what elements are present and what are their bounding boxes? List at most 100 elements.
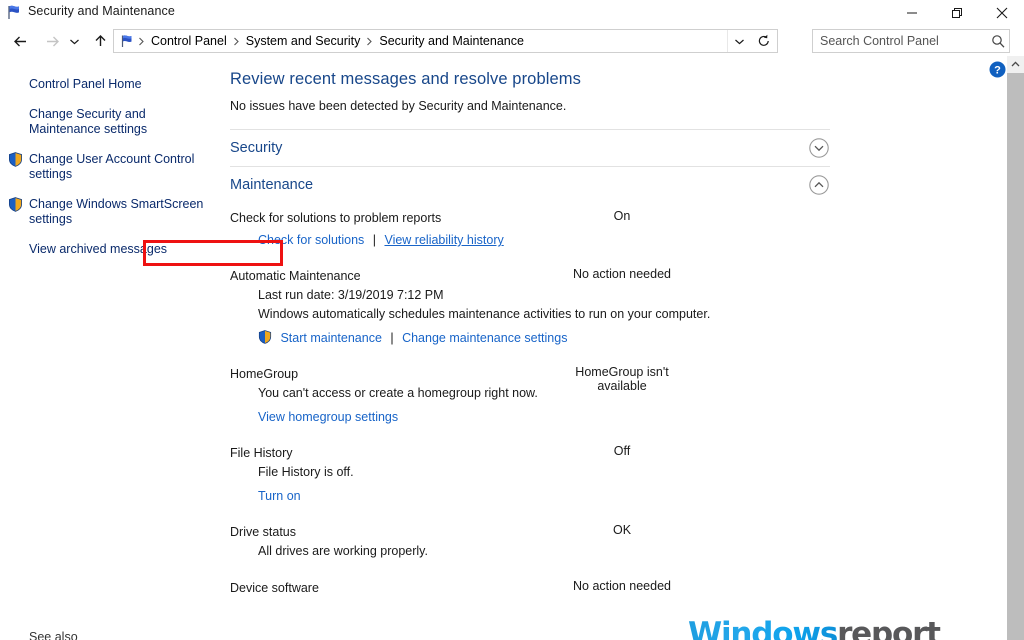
address-dropdown-chevron-down-icon[interactable] [727, 30, 751, 52]
navigation-bar: Control Panel System and Security Securi… [0, 26, 1024, 56]
breadcrumb-separator-icon [364, 37, 375, 46]
row-check-solutions: Check for solutions to problem reports O… [230, 209, 850, 227]
close-button[interactable] [979, 0, 1024, 26]
row-detail: File History is off. [258, 465, 354, 479]
row-status: On [613, 209, 631, 223]
breadcrumb-item-control-panel[interactable]: Control Panel [147, 34, 231, 48]
row-homegroup: HomeGroup HomeGroup isn't available [230, 365, 850, 393]
row-label: Check for solutions to problem reports [230, 211, 442, 225]
row-device-software: Device software No action needed [230, 579, 850, 597]
security-flag-icon [6, 4, 24, 20]
watermark-report-text: report [837, 616, 941, 640]
check-for-solutions-link[interactable]: Check for solutions [258, 233, 364, 247]
link-separator: | [390, 331, 394, 345]
address-bar[interactable]: Control Panel System and Security Securi… [113, 29, 778, 53]
breadcrumb: Control Panel System and Security Securi… [136, 34, 528, 48]
minimize-button[interactable] [889, 0, 934, 26]
row-detail: All drives are working properly. [258, 544, 428, 558]
row-drive-status-description: All drives are working properly. [230, 542, 850, 560]
row-label: Drive status [230, 525, 296, 539]
file-history-links: Turn on [230, 487, 850, 505]
row-file-history: File History Off [230, 444, 850, 462]
see-also-heading: See also [29, 630, 78, 640]
page-subtitle: No issues have been detected by Security… [230, 99, 567, 113]
title-bar: Security and Maintenance [0, 0, 1024, 26]
uac-shield-icon [8, 152, 23, 167]
search-input[interactable] [820, 30, 987, 52]
maximize-restore-button[interactable] [934, 0, 979, 26]
sidebar-item-view-archived-messages[interactable]: View archived messages [0, 239, 222, 260]
uac-shield-icon [258, 330, 272, 344]
svg-text:?: ? [994, 64, 1001, 76]
row-label: Device software [230, 581, 319, 595]
watermark-windows-text: Windows [688, 616, 838, 640]
view-homegroup-settings-link[interactable]: View homegroup settings [258, 410, 398, 424]
sidebar-item-change-security-maintenance-settings[interactable]: Change Security and Maintenance settings [0, 104, 222, 140]
scrollbar-thumb[interactable] [1007, 73, 1024, 640]
check-solutions-links: Check for solutions | View reliability h… [230, 231, 850, 249]
help-question-icon[interactable]: ? [989, 61, 1006, 78]
sidebar: Control Panel Home Change Security and M… [0, 56, 222, 640]
section-security-title[interactable]: Security [230, 140, 282, 156]
row-status: Off [613, 444, 631, 458]
scroll-up-arrow-icon[interactable] [1007, 56, 1024, 73]
row-detail: You can't access or create a homegroup r… [258, 386, 538, 400]
section-maintenance-title[interactable]: Maintenance [230, 177, 313, 193]
up-level-button[interactable] [86, 26, 114, 56]
sidebar-item-label: Change User Account Control settings [29, 152, 195, 181]
control-panel-window: Security and Maintenance Control Panel S… [0, 0, 1024, 640]
section-security[interactable]: Security [230, 130, 830, 166]
window-title: Security and Maintenance [28, 4, 175, 18]
sidebar-item-control-panel-home[interactable]: Control Panel Home [0, 74, 222, 95]
row-automatic-maintenance: Automatic Maintenance No action needed [230, 267, 850, 285]
page-title: Review recent messages and resolve probl… [230, 70, 581, 88]
row-drive-status: Drive status OK [230, 523, 850, 541]
row-detail: Windows automatically schedules maintena… [258, 307, 711, 321]
breadcrumb-separator-icon [136, 37, 147, 46]
row-last-run-date: Last run date: 3/19/2019 7:12 PM [230, 286, 850, 304]
sidebar-item-change-uac-settings[interactable]: Change User Account Control settings [0, 149, 222, 185]
search-control-panel-box[interactable] [812, 29, 1010, 53]
row-status: OK [612, 523, 632, 537]
breadcrumb-separator-icon [231, 37, 242, 46]
recent-locations-chevron-down-icon[interactable] [64, 26, 84, 56]
row-detail: Last run date: 3/19/2019 7:12 PM [258, 288, 444, 302]
chevron-down-icon[interactable] [808, 137, 830, 159]
change-maintenance-settings-link[interactable]: Change maintenance settings [402, 331, 567, 345]
breadcrumb-item-system-and-security[interactable]: System and Security [242, 34, 365, 48]
breadcrumb-item-security-and-maintenance[interactable]: Security and Maintenance [375, 34, 528, 48]
automatic-maintenance-links: Start maintenance | Change maintenance s… [230, 329, 850, 347]
row-automatic-description: Windows automatically schedules maintena… [230, 305, 850, 323]
link-separator: | [372, 233, 377, 247]
uac-shield-icon [8, 197, 23, 212]
sidebar-item-label: View archived messages [29, 242, 168, 256]
vertical-scrollbar[interactable] [1007, 56, 1024, 640]
row-status: No action needed [573, 579, 671, 593]
chevron-up-icon[interactable] [808, 174, 830, 196]
back-button[interactable] [6, 26, 34, 56]
refresh-icon[interactable] [751, 30, 777, 52]
row-file-history-description: File History is off. [230, 463, 850, 481]
sidebar-item-label: Change Windows SmartScreen settings [29, 197, 204, 226]
windowsreport-watermark: Windowsreport [688, 616, 941, 640]
sidebar-item-label: Control Panel Home [29, 77, 142, 91]
turn-on-file-history-link[interactable]: Turn on [258, 489, 301, 503]
row-label: HomeGroup [230, 367, 299, 381]
homegroup-links: View homegroup settings [230, 408, 850, 426]
sidebar-item-change-smartscreen-settings[interactable]: Change Windows SmartScreen settings [0, 194, 222, 230]
main-content: Review recent messages and resolve probl… [222, 56, 1002, 640]
sidebar-item-label: Change Security and Maintenance settings [29, 107, 148, 136]
row-label: Automatic Maintenance [230, 269, 361, 283]
section-maintenance[interactable]: Maintenance [230, 167, 830, 203]
forward-button [38, 26, 66, 56]
start-maintenance-link[interactable]: Start maintenance [280, 331, 381, 345]
row-homegroup-description: You can't access or create a homegroup r… [230, 384, 850, 402]
window-body: Control Panel Home Change Security and M… [0, 56, 1024, 640]
view-reliability-history-link[interactable]: View reliability history [384, 233, 503, 247]
search-icon[interactable] [987, 34, 1009, 49]
